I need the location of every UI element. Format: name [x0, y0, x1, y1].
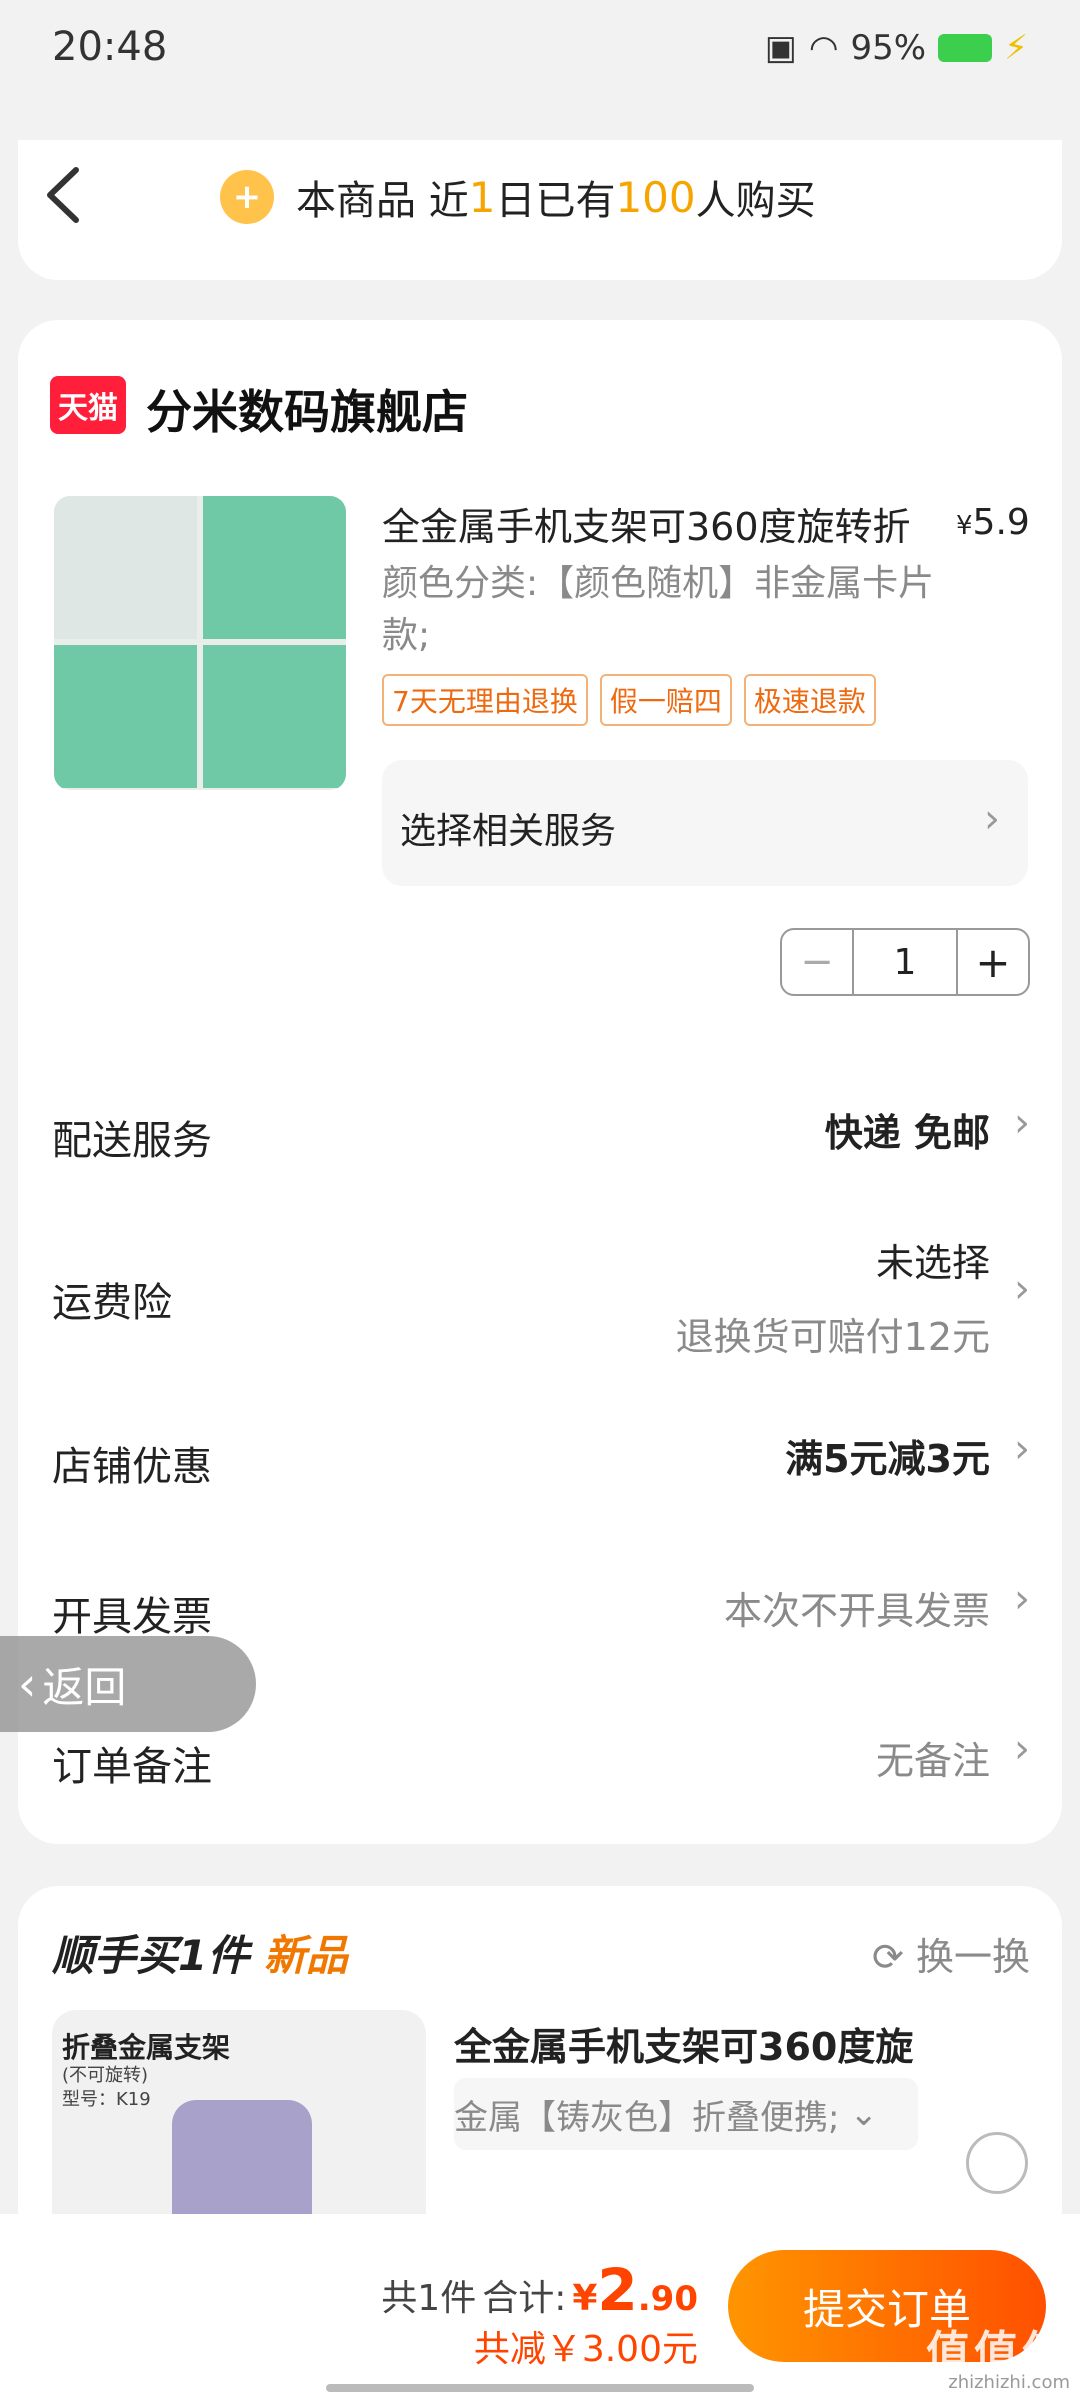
refresh-button[interactable]: ⟳ 换一换 [872, 1926, 1030, 1981]
currency-symbol: ¥ [572, 2278, 598, 2319]
chevron-right-icon: › [1014, 1726, 1030, 1772]
battery-level: 95% [850, 28, 927, 68]
home-indicator[interactable] [326, 2384, 754, 2392]
addon-select-radio[interactable] [966, 2132, 1028, 2194]
status-time: 20:48 [52, 24, 168, 70]
quantity-value[interactable]: 1 [854, 930, 956, 994]
product-spec[interactable]: 颜色分类:【颜色随机】非金属卡片款; [382, 558, 942, 662]
total-int: 2 [597, 2256, 638, 2324]
back-button[interactable] [36, 160, 96, 230]
chevron-left-icon: ‹ [18, 1657, 37, 1711]
invoice-value[interactable]: 本次不开具发票 [724, 1580, 990, 1635]
watermark-url: zhizhizhi.com [948, 2372, 1070, 2393]
item-count: 共1件 [381, 2278, 477, 2319]
delivery-value[interactable]: 快递 免邮 [825, 1102, 990, 1157]
insurance-value[interactable]: 未选择 [876, 1232, 990, 1287]
increase-button[interactable]: + [956, 930, 1028, 994]
product-price: ¥5.9 [956, 502, 1030, 543]
insurance-sub: 退换货可赔付12元 [675, 1315, 990, 1359]
back-arrow-icon [47, 167, 79, 223]
chevron-right-icon: › [1014, 1266, 1030, 1312]
discount-label: 店铺优惠 [52, 1444, 212, 1490]
select-service-label: 选择相关服务 [400, 811, 617, 852]
quantity-stepper: − 1 + [780, 928, 1030, 996]
addon-title: 顺手买1件 新品 [52, 1922, 348, 1983]
chevron-right-icon: › [1014, 1426, 1030, 1472]
battery-icon [938, 34, 993, 62]
tag-refund: 极速退款 [743, 674, 876, 726]
invoice-label: 开具发票 [52, 1594, 212, 1640]
total-price: ¥2.90 [572, 2256, 698, 2324]
banner-mid: 日已有 [495, 178, 616, 224]
refresh-label: 换一换 [915, 1935, 1030, 1979]
banner-count: 100 [615, 172, 696, 222]
banner-suffix: 人购买 [695, 178, 816, 224]
service-tags: 7天无理由退换 假一赔四 极速退款 [382, 674, 876, 726]
price-value: 5.9 [972, 502, 1030, 543]
addon-spec-value: 金属【铸灰色】折叠便携; [454, 2097, 840, 2138]
total-dec: .90 [637, 2279, 698, 2319]
banner-prefix: 本商品 近 [296, 178, 469, 224]
store-name[interactable]: 分米数码旗舰店 [146, 376, 468, 442]
shopping-bag-icon: + [220, 170, 274, 224]
refresh-icon: ⟳ [872, 1935, 904, 1979]
addon-badge: 新品 [263, 1931, 348, 1980]
tag-return: 7天无理由退换 [382, 674, 588, 726]
price-symbol: ¥ [956, 511, 973, 541]
banner-days: 1 [468, 172, 496, 222]
status-icons: ▣ ◠ 95% ⚡ [765, 28, 1028, 68]
addon-spec-select[interactable]: 金属【铸灰色】折叠便携; ⌄ [454, 2078, 918, 2150]
decrease-button[interactable]: − [782, 930, 854, 994]
watermark: 值值值 [926, 2327, 1070, 2378]
tag-authentic: 假一赔四 [599, 674, 732, 726]
addon-img-sub1: (不可旋转) [62, 2065, 149, 2086]
delivery-label: 配送服务 [52, 1118, 212, 1164]
floating-back-label: 返回 [42, 1662, 127, 1712]
insurance-label: 运费险 [52, 1280, 172, 1326]
addon-title-text: 顺手买1件 [52, 1931, 250, 1980]
addon-img-subtitle: (不可旋转) 型号：K19 [62, 2064, 151, 2112]
addon-img-title: 折叠金属支架 [62, 2031, 231, 2064]
reduce-amount: 共减￥3.00元 [473, 2329, 698, 2370]
note-label: 订单备注 [52, 1744, 212, 1790]
tmall-logo: 天猫 [50, 376, 126, 434]
chevron-down-icon: ⌄ [849, 2094, 878, 2134]
total-label: 合计: [482, 2278, 567, 2319]
sim-icon: ▣ [764, 28, 797, 68]
discount-value[interactable]: 满5元减3元 [785, 1428, 990, 1483]
charging-icon: ⚡ [1004, 28, 1028, 68]
chevron-right-icon: › [1014, 1576, 1030, 1622]
product-title[interactable]: 全金属手机支架可360度旋转折 [382, 496, 942, 551]
chevron-right-icon: › [1014, 1100, 1030, 1146]
floating-back-button[interactable]: ‹ 返回 [0, 1636, 256, 1732]
addon-product-title[interactable]: 全金属手机支架可360度旋 [454, 2016, 913, 2071]
chevron-right-icon: › [984, 796, 1000, 842]
note-value[interactable]: 无备注 [876, 1730, 990, 1785]
purchase-banner: + 本商品 近 1 日已有 100 人购买 [220, 168, 816, 226]
wifi-icon: ◠ [808, 28, 839, 68]
addon-img-sub2: 型号：K19 [62, 2089, 151, 2110]
total-line: 共1件 合计: ¥2.90 [381, 2256, 698, 2324]
product-image[interactable] [54, 496, 346, 790]
